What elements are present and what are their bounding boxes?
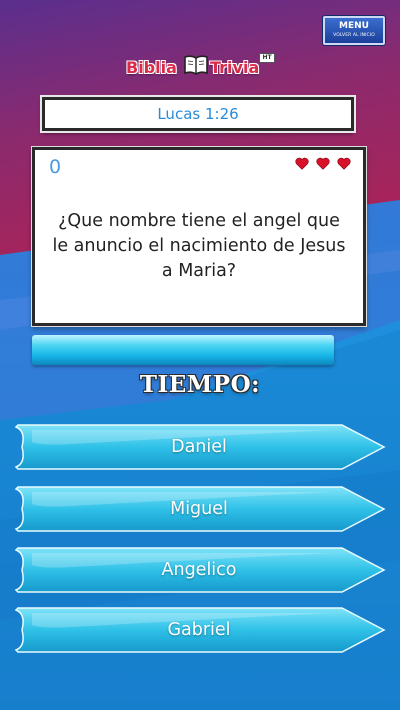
lives-indicator — [295, 157, 351, 170]
book-icon — [184, 55, 208, 75]
answer-label: Miguel — [170, 499, 228, 519]
question-card: 0 ¿Que nombre tiene el angel que le anun… — [32, 147, 366, 326]
verse-reference: Lucas 1:26 — [42, 97, 354, 131]
logo-text-trivia: Trivia — [210, 58, 260, 77]
answer-button[interactable]: Gabriel — [12, 605, 386, 655]
menu-button-label: MENU — [339, 21, 369, 31]
menu-button-sublabel: VOLVER AL INICIO — [333, 33, 375, 38]
heart-icon — [316, 157, 330, 170]
answer-button[interactable]: Angelico — [12, 545, 386, 595]
answer-button[interactable]: Daniel — [12, 422, 386, 472]
question-text: ¿Que nombre tiene el angel que le anunci… — [52, 211, 346, 281]
heart-icon — [337, 157, 351, 170]
answer-label: Gabriel — [167, 620, 231, 640]
answer-label: Daniel — [171, 437, 227, 457]
menu-button[interactable]: MENU VOLVER AL INICIO — [323, 16, 385, 45]
heart-icon — [295, 157, 309, 170]
answer-button[interactable]: Miguel — [12, 484, 386, 534]
app-logo: Biblia Trivia HT — [122, 50, 282, 84]
timer-bar — [32, 335, 334, 365]
verse-reference-text: Lucas 1:26 — [157, 105, 239, 123]
answer-label: Angelico — [161, 560, 237, 580]
logo-text-biblia: Biblia — [126, 58, 177, 77]
score-counter: 0 — [49, 156, 62, 178]
logo-badge: HT — [259, 53, 275, 63]
timer-label: TIEMPO: — [139, 371, 261, 398]
